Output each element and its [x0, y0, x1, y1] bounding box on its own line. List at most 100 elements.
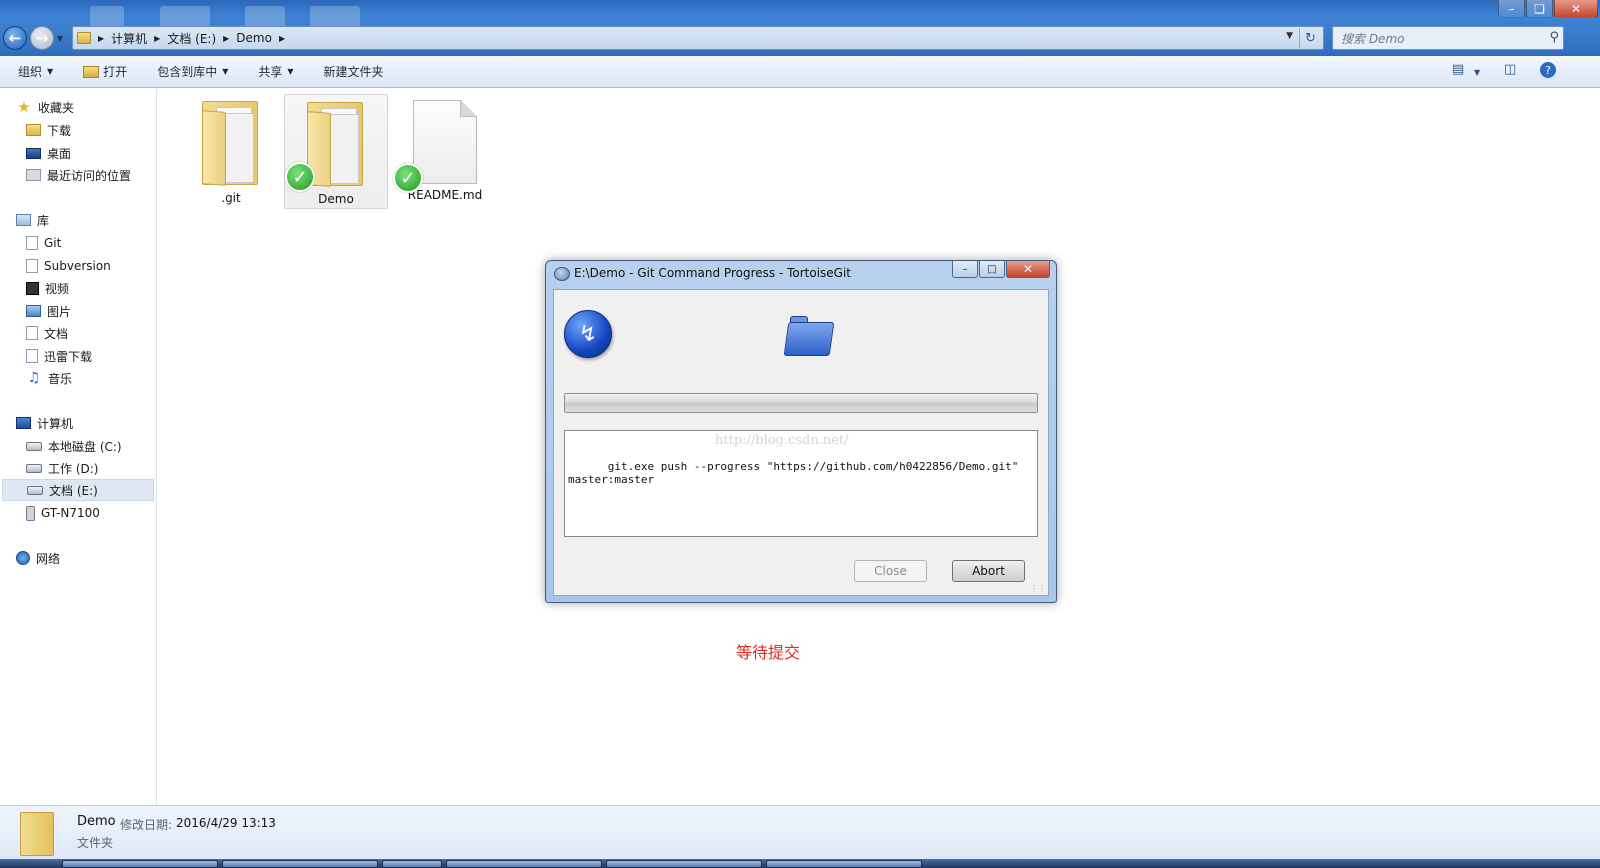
share-menu[interactable]: 共享 ▼ — [258, 63, 293, 80]
dialog-body: ↯ http://blog.csdn.net/ git.exe push --p… — [553, 289, 1049, 596]
caret-down-icon: ▼ — [287, 67, 294, 76]
refresh-icon: ↻ — [1305, 30, 1316, 46]
document-icon — [26, 326, 38, 340]
nav-label: 图片 — [47, 304, 72, 319]
details-pane: Demo 修改日期: 2016/4/29 13:13 文件夹 — [0, 805, 1600, 859]
nav-label: 迅雷下载 — [44, 349, 93, 364]
library-icon — [16, 214, 31, 226]
network-icon — [16, 551, 30, 565]
organize-menu[interactable]: 组织 ▼ — [18, 63, 53, 80]
desktop-icon — [26, 147, 41, 159]
details-item-name: Demo — [77, 814, 116, 829]
close-window-button[interactable]: ✕ — [1554, 0, 1598, 18]
dialog-caption-buttons: – □ ✕ — [951, 261, 1050, 278]
taskbar-button[interactable] — [606, 860, 762, 868]
restore-button[interactable]: ❏ — [1526, 0, 1553, 18]
taskbar-button[interactable] — [446, 860, 602, 868]
new-folder-label: 新建文件夹 — [323, 65, 384, 79]
git-synced-check-icon: ✓ — [393, 163, 423, 193]
dialog-close-button[interactable]: ✕ — [1006, 261, 1050, 278]
dialog-minimize-button[interactable]: – — [952, 261, 978, 278]
nav-network[interactable]: 网络 — [16, 547, 172, 569]
nav-label: 视频 — [45, 281, 70, 296]
drive-icon — [26, 441, 42, 451]
subversion-library-icon — [26, 259, 38, 273]
arrow-left-icon: ← — [8, 29, 22, 47]
open-folder-icon — [83, 65, 100, 78]
breadcrumb-drive-e[interactable]: 文档 (E:) — [167, 30, 216, 47]
window-caption-buttons: – ❏ ✕ — [1497, 0, 1598, 18]
tortoisegit-icon — [554, 267, 570, 281]
taskbar-button[interactable] — [382, 860, 442, 868]
address-bar[interactable]: ▶ 计算机 ▶ 文档 (E:) ▶ Demo ▶ ▼ ↻ — [72, 26, 1324, 50]
taskbar-button[interactable] — [62, 860, 218, 868]
nav-label: 最近访问的位置 — [47, 168, 132, 183]
command-bar: 组织 ▼ 打开 包含到库中 ▼ 共享 ▼ 新建文件夹 ▤ ▼ ◫ ? — [0, 56, 1600, 88]
open-button[interactable]: 打开 — [83, 63, 127, 80]
folder-icon — [77, 32, 91, 44]
resize-grip-icon[interactable]: ⋮⋮ — [1030, 584, 1046, 593]
globe-icon: ↯ — [564, 310, 612, 358]
nav-item-drive-e[interactable]: 文档 (E:) — [2, 479, 154, 501]
include-label: 包含到库中 — [157, 65, 218, 79]
explorer-titlebar: – ❏ ✕ ← → ▼ ▶ 计算机 ▶ 文档 (E:) ▶ Demo ▶ ▼ ↻… — [0, 0, 1600, 56]
file-item-demo-folder[interactable]: ✓ Demo — [284, 94, 388, 209]
blurred-decoration — [160, 6, 210, 28]
file-item-readme[interactable]: ✓ README.md — [393, 94, 497, 209]
breadcrumb-computer[interactable]: 计算机 — [111, 30, 147, 47]
details-modified-label: 修改日期: — [120, 818, 173, 832]
abort-button[interactable]: Abort — [952, 560, 1025, 582]
details-item-type: 文件夹 — [77, 836, 114, 850]
search-placeholder: 搜索 Demo — [1341, 31, 1405, 46]
close-button[interactable]: Close — [854, 560, 927, 582]
folder-icon — [196, 97, 266, 187]
search-input[interactable]: 搜索 Demo ⚲ — [1332, 26, 1564, 50]
chevron-right-icon[interactable]: ▶ — [154, 34, 160, 43]
dialog-title: E:\Demo - Git Command Progress - Tortois… — [574, 266, 852, 280]
nav-libraries[interactable]: 库 — [16, 209, 172, 231]
nav-label: Git — [44, 236, 62, 250]
log-text: git.exe push --progress "https://github.… — [568, 460, 1019, 486]
caret-down-icon: ▼ — [47, 67, 54, 76]
breadcrumb-demo[interactable]: Demo — [236, 31, 272, 45]
view-options-icon[interactable]: ▤ — [1452, 62, 1464, 77]
search-icon[interactable]: ⚲ — [1549, 30, 1559, 45]
navigation-pane: ★ 收藏夹 下载 桌面 最近访问的位置 库 Git Subversion 视频 … — [0, 89, 157, 805]
help-icon[interactable]: ? — [1540, 62, 1556, 78]
recent-pages-dropdown[interactable]: ▼ — [57, 34, 63, 43]
forward-button[interactable]: → — [30, 26, 54, 50]
include-in-library-menu[interactable]: 包含到库中 ▼ — [157, 63, 228, 80]
refresh-button[interactable]: ↻ — [1299, 28, 1321, 48]
folder-icon — [26, 124, 41, 136]
command-output-log[interactable]: http://blog.csdn.net/ git.exe push --pro… — [564, 430, 1038, 537]
computer-icon — [16, 417, 31, 429]
view-dropdown-icon[interactable]: ▼ — [1474, 68, 1480, 77]
progress-bar — [564, 393, 1038, 413]
document-icon — [413, 100, 477, 184]
chevron-right-icon[interactable]: ▶ — [223, 34, 229, 43]
dialog-maximize-button[interactable]: □ — [979, 261, 1005, 278]
chevron-right-icon[interactable]: ▶ — [279, 34, 285, 43]
picture-icon — [26, 305, 41, 317]
nav-favorites[interactable]: ★ 收藏夹 — [16, 96, 172, 118]
file-item-git-folder[interactable]: .git — [179, 94, 283, 209]
star-icon: ★ — [17, 98, 31, 116]
arrow-right-icon: → — [35, 29, 49, 47]
nav-computer[interactable]: 计算机 — [16, 412, 172, 434]
nav-label: 库 — [37, 213, 50, 228]
taskbar-button[interactable] — [222, 860, 378, 868]
blurred-decoration — [310, 6, 360, 28]
minimize-button[interactable]: – — [1498, 0, 1525, 18]
chevron-right-icon[interactable]: ▶ — [98, 34, 104, 43]
back-button[interactable]: ← — [3, 26, 27, 50]
new-folder-button[interactable]: 新建文件夹 — [324, 63, 384, 80]
nav-label: 计算机 — [37, 416, 74, 431]
blurred-decoration — [245, 6, 285, 28]
address-history-dropdown[interactable]: ▼ — [1286, 31, 1293, 41]
drive-icon — [27, 485, 43, 495]
preview-pane-icon[interactable]: ◫ — [1504, 62, 1516, 77]
video-icon — [26, 281, 39, 295]
file-name: README.md — [407, 188, 483, 202]
caret-down-icon: ▼ — [222, 67, 229, 76]
taskbar-button[interactable] — [766, 860, 922, 868]
